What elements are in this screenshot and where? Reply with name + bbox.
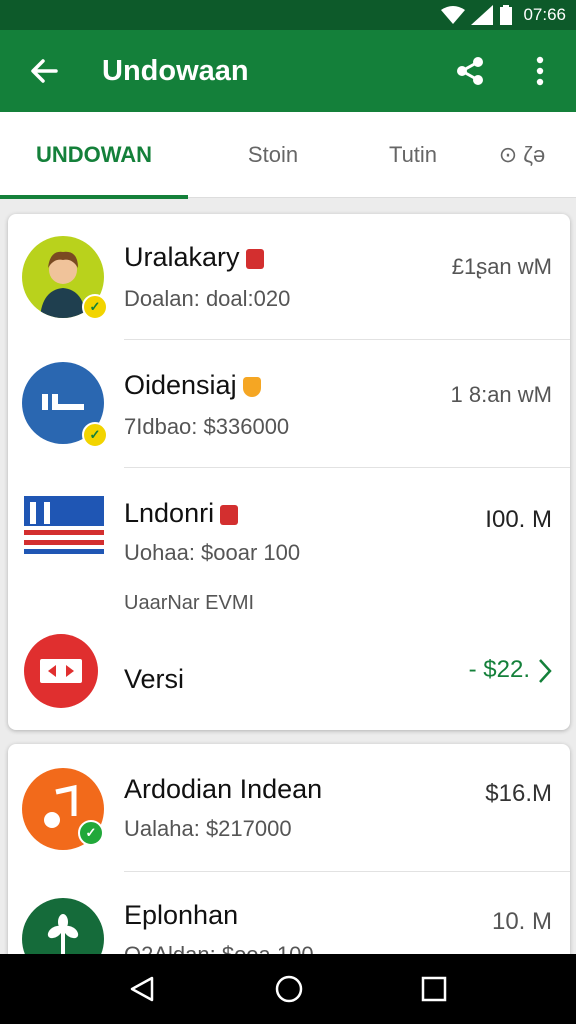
- page-title: Undowaan: [102, 54, 249, 87]
- item-subtitle: Ualaha: $217000: [124, 816, 292, 841]
- flag-icon: [24, 496, 104, 554]
- item-title: Lndonri: [124, 498, 215, 528]
- nav-recents-icon[interactable]: [420, 975, 448, 1003]
- badge-icon: ✓: [82, 422, 108, 448]
- battery-icon: [500, 5, 513, 25]
- item-subtitle: 7Idbao: $336000: [124, 414, 290, 439]
- more-options-button[interactable]: [518, 49, 562, 93]
- status-time: 07:66: [523, 5, 566, 24]
- list-item[interactable]: Lndonri Uohaa: $ooar 100 UaarNar EVMI I0…: [8, 468, 570, 616]
- item-amount: £1ʂan wM: [451, 254, 552, 279]
- video-icon: [24, 634, 98, 708]
- check-badge-icon: ✓: [78, 820, 104, 846]
- item-name: Oidensiaj: [124, 370, 261, 401]
- red-tag-icon: [220, 504, 239, 525]
- back-button[interactable]: [22, 49, 66, 93]
- nav-home-icon[interactable]: [274, 974, 304, 1004]
- tab-stoin[interactable]: Stoin: [188, 112, 358, 198]
- red-tag-icon: [245, 248, 264, 269]
- item-title: Ardodian Indean: [124, 774, 323, 804]
- wifi-icon: [441, 6, 466, 24]
- share-button[interactable]: [448, 49, 492, 93]
- more-vert-icon: [536, 56, 544, 86]
- shield-icon: [242, 376, 261, 397]
- item-subtitle: Doalan: doal:020: [124, 286, 291, 311]
- nav-back-icon[interactable]: [128, 974, 158, 1004]
- app-bar: Undowaan: [0, 30, 576, 112]
- item-amount: I00. M: [485, 506, 552, 533]
- list-item[interactable]: ✓ Oidensiaj 7Idbao: $336000 1 8:an wM: [8, 340, 570, 468]
- signal-icon: [471, 5, 494, 25]
- badge-icon: ✓: [82, 294, 108, 320]
- transactions-card: ✓ Uralakary Doalan: doal:020 £1ʂan wM ✓ …: [8, 214, 570, 730]
- status-icons: [441, 5, 513, 25]
- item-subtitle: Uohaa: $ooar 100: [124, 540, 301, 565]
- item-amount: $16.M: [485, 780, 552, 807]
- chevron-right-icon[interactable]: [538, 658, 552, 684]
- item-name: Lndonri: [124, 498, 239, 529]
- item-title: Eplonhan: [124, 900, 239, 930]
- tab-other[interactable]: ⊙ ζə: [468, 112, 576, 198]
- system-nav-bar: [0, 954, 576, 1024]
- back-arrow-icon: [31, 59, 58, 83]
- item-note: UaarNar EVMI: [124, 592, 255, 614]
- list-item[interactable]: ✓ Uralakary Doalan: doal:020 £1ʂan wM: [8, 214, 570, 340]
- tab-undowan[interactable]: UNDOWAN: [0, 112, 188, 199]
- item-name: Uralakary: [124, 242, 264, 273]
- item-title: Oidensiaj: [124, 370, 237, 400]
- tab-bar: UNDOWAN Stoin Tutin ⊙ ζə: [0, 112, 576, 199]
- item-title: Uralakary: [124, 242, 240, 272]
- item-amount: 10. M: [491, 908, 552, 935]
- item-amount: - $22.: [468, 656, 530, 683]
- tab-tutin[interactable]: Tutin: [358, 112, 468, 198]
- share-icon: [457, 57, 483, 85]
- list-item[interactable]: ✓ Ardodian Indean Ualaha: $217000 $16.M: [8, 744, 570, 872]
- transactions-card-2: ✓ Ardodian Indean Ualaha: $217000 $16.M …: [8, 744, 570, 974]
- item-title: Versi: [124, 664, 185, 694]
- list-item[interactable]: Versi - $22.: [8, 616, 570, 730]
- status-bar: 07:66: [0, 0, 576, 30]
- item-amount: 1 8:an wM: [450, 382, 553, 407]
